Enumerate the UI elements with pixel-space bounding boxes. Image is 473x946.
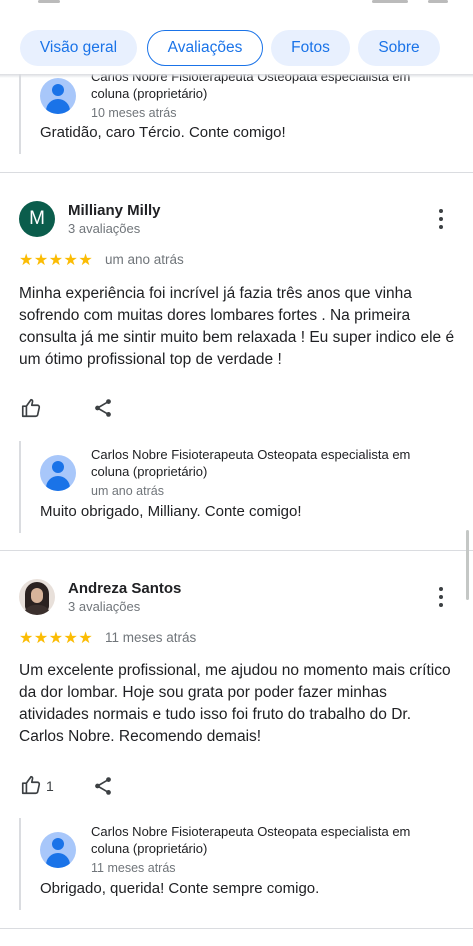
account-circle-icon (40, 455, 76, 491)
reply-time: 10 meses atrás (91, 106, 177, 120)
reply-text: Muito obrigado, Milliany. Conte comigo! (40, 503, 302, 520)
tab-overview[interactable]: Visão geral (20, 30, 137, 66)
owner-reply: Carlos Nobre Fisioterapeuta Osteopata es… (19, 441, 461, 533)
thumb-up-icon[interactable] (20, 774, 42, 796)
reviewer-name[interactable]: Milliany Milly (68, 202, 161, 219)
divider (0, 172, 473, 173)
tab-photos[interactable]: Fotos (271, 30, 350, 66)
review-time: 11 meses atrás (105, 630, 197, 645)
owner-name: Carlos Nobre Fisioterapeuta Osteopata es… (91, 824, 411, 856)
tab-reviews[interactable]: Avaliações (147, 30, 263, 66)
owner-reply: Carlos Nobre Fisioterapeuta Osteopata es… (19, 818, 461, 910)
thumb-up-icon[interactable] (20, 397, 42, 419)
reply-text: Gratidão, caro Tércio. Conte comigo! (40, 124, 286, 141)
review-time: um ano atrás (105, 252, 184, 267)
status-icons-fragment (372, 0, 408, 3)
share-icon[interactable] (92, 775, 114, 797)
divider (0, 550, 473, 551)
like-count: 1 (46, 778, 54, 794)
account-circle-icon (40, 832, 76, 868)
review-count: 3 avaliações (68, 599, 141, 614)
status-time-fragment (38, 0, 60, 3)
battery-icon (428, 0, 448, 3)
star-rating: ★★★★★ (19, 252, 94, 269)
more-vert-icon[interactable] (432, 585, 450, 609)
reviewer-name[interactable]: Andreza Santos (68, 580, 181, 597)
owner-name: Carlos Nobre Fisioterapeuta Osteopata es… (91, 447, 411, 479)
reviewer-avatar[interactable]: M (19, 201, 55, 237)
account-circle-icon (40, 78, 76, 114)
tab-about[interactable]: Sobre (358, 30, 440, 66)
star-rating: ★★★★★ (19, 630, 94, 647)
reply-time: 11 meses atrás (91, 861, 176, 875)
review-count: 3 avaliações (68, 221, 141, 236)
review-text: Um excelente profissional, me ajudou no … (19, 662, 451, 745)
tab-bar: Visão geral Avaliações Fotos Sobre (0, 22, 473, 74)
more-vert-icon[interactable] (432, 207, 450, 231)
reply-text: Obrigado, querida! Conte sempre comigo. (40, 880, 320, 897)
tab-bar-shadow (0, 74, 473, 78)
share-icon[interactable] (92, 397, 114, 419)
reply-time: um ano atrás (91, 484, 164, 498)
review-text: Minha experiência foi incrível já fazia … (19, 285, 455, 368)
reviewer-avatar[interactable] (19, 579, 55, 615)
scrollbar[interactable] (466, 530, 469, 600)
divider (0, 928, 473, 929)
status-bar (0, 0, 473, 14)
